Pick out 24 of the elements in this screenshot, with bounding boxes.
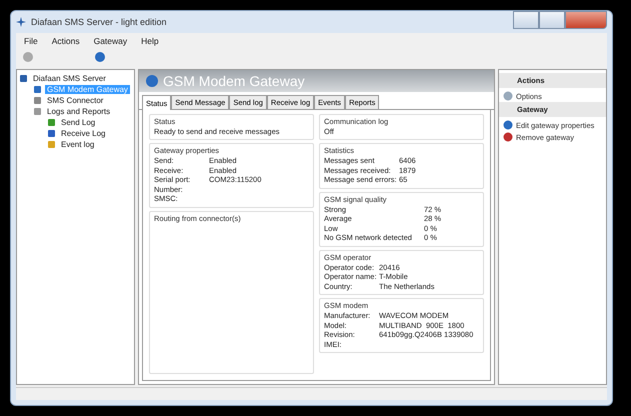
header-title: GSM Modem Gateway — [163, 73, 305, 89]
square-icon — [33, 107, 42, 116]
star-icon — [16, 17, 26, 27]
minimize-button[interactable] — [513, 11, 539, 29]
square-icon — [47, 129, 56, 138]
menu-item[interactable]: File — [24, 36, 38, 46]
tree-item[interactable]: Receive Log — [59, 129, 108, 138]
square-icon — [19, 74, 28, 83]
tree-item[interactable]: SMS Connector — [45, 96, 106, 105]
square-icon — [47, 118, 56, 127]
tree-item[interactable]: Logs and Reports — [45, 107, 112, 116]
window-title: Diafaan SMS Server - light edition — [31, 17, 168, 27]
square-icon — [33, 85, 42, 94]
square-icon — [47, 140, 56, 149]
square-icon — [33, 96, 42, 105]
tree-item[interactable]: Diafaan SMS Server — [31, 74, 108, 83]
tree-item[interactable]: Send Log — [59, 118, 98, 127]
menu-item[interactable]: Actions — [52, 36, 80, 46]
tree-item[interactable]: Event log — [59, 140, 96, 149]
circle-icon[interactable] — [22, 51, 34, 63]
menu-item[interactable]: Help — [141, 36, 159, 46]
close-button[interactable] — [565, 11, 607, 29]
menu-item[interactable]: Gateway — [94, 36, 128, 46]
maximize-button[interactable] — [539, 11, 565, 29]
